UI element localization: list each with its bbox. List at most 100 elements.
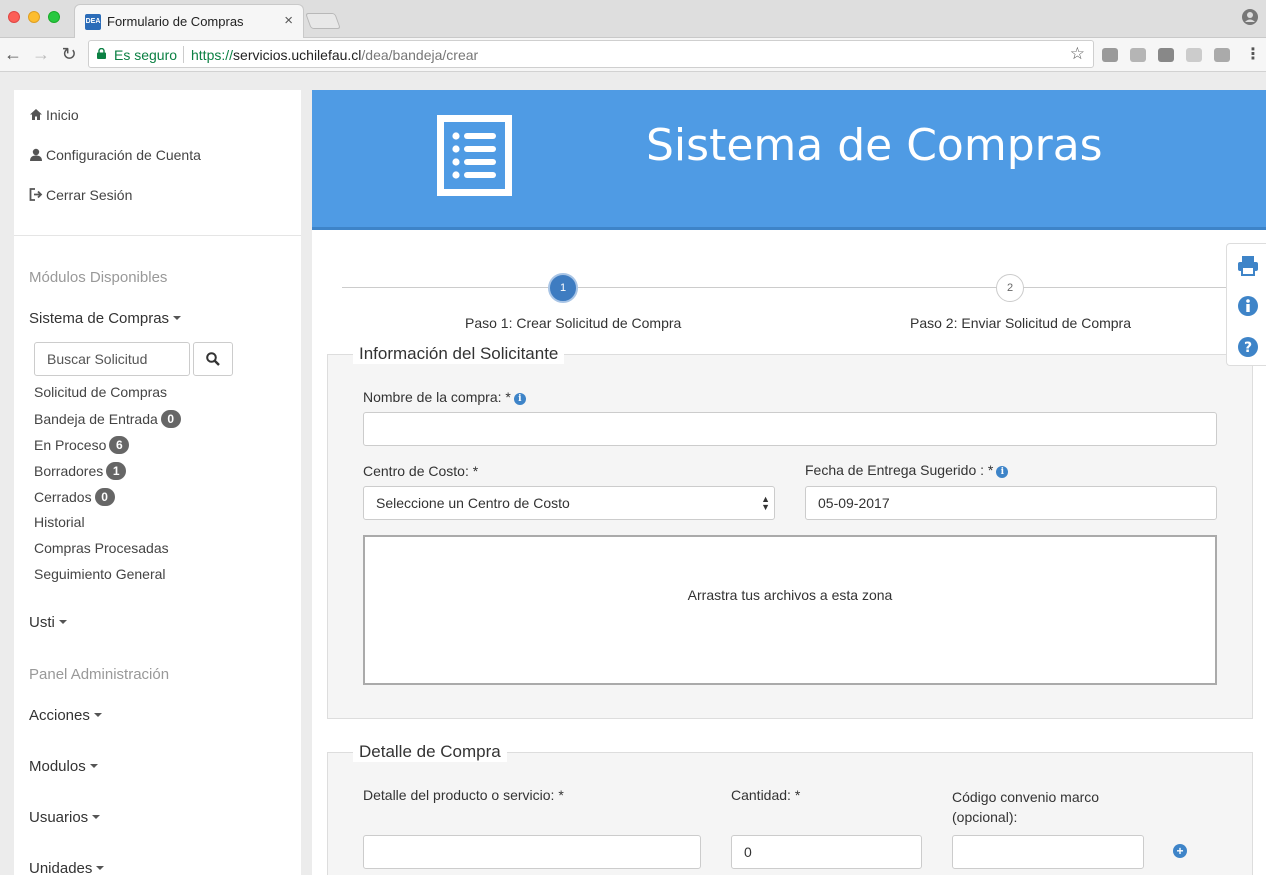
info-icon[interactable]: i xyxy=(996,466,1009,478)
cantidad-label: Cantidad: * xyxy=(731,787,801,803)
file-dropzone[interactable]: Arrastra tus archivos a esta zona xyxy=(363,535,1217,685)
browser-tab[interactable]: DEA Formulario de Compras × xyxy=(74,4,304,38)
home-icon xyxy=(30,109,42,120)
sidebar-item-label: Bandeja de Entrada xyxy=(34,411,158,427)
forward-arrow-icon[interactable]: → xyxy=(30,43,52,65)
url-scheme: https:// xyxy=(191,47,234,63)
menu-usti[interactable]: Usti xyxy=(29,614,67,631)
sidebar-item-bandeja[interactable]: Bandeja de Entrada 0 xyxy=(34,410,181,428)
nombre-compra-input[interactable] xyxy=(363,412,1217,446)
code-extension-icon[interactable] xyxy=(1186,48,1202,62)
menu-modulos[interactable]: Modulos xyxy=(29,758,98,775)
sidebar-link-label: Inicio xyxy=(46,107,79,123)
dropzone-text: Arrastra tus archivos a esta zona xyxy=(687,587,893,603)
address-bar[interactable]: Es seguro https://servicios.uchilefau.cl… xyxy=(88,40,1094,68)
producto-input[interactable] xyxy=(363,835,701,869)
sidebar-item-label: Historial xyxy=(34,514,85,530)
minimize-window-button[interactable] xyxy=(28,11,40,23)
modules-header: Módulos Disponibles xyxy=(29,269,168,286)
sidebar-item-en-proceso[interactable]: En Proceso 6 xyxy=(34,436,130,454)
menu-unidades[interactable]: Unidades xyxy=(29,860,105,875)
sidebar-item-label: Cerrados xyxy=(34,489,92,505)
url-text: https://servicios.uchilefau.cl/dea/bande… xyxy=(191,47,478,63)
sidebar-item-label: Solicitud de Compras xyxy=(34,384,168,400)
sidebar-item-label: Compras Procesadas xyxy=(34,540,169,556)
menu-usuarios[interactable]: Usuarios xyxy=(29,809,101,826)
sidebar-link-cerrar-sesion[interactable]: Cerrar Sesión xyxy=(29,187,132,203)
profile-icon[interactable] xyxy=(1242,9,1258,25)
nombre-label-text: Nombre de la compra: * xyxy=(363,389,511,405)
sidebar-link-inicio[interactable]: Inicio xyxy=(29,107,79,123)
step-1-label: Paso 1: Crear Solicitud de Compra xyxy=(465,315,682,331)
bookmark-star-icon[interactable]: ☆ xyxy=(1070,44,1085,64)
search-icon xyxy=(206,352,220,366)
centro-costo-select[interactable]: Seleccione un Centro de Costo ▲ ▼ xyxy=(363,486,775,520)
url-host: servicios.uchilefau.cl xyxy=(233,47,362,63)
sidebar-item-cerrados[interactable]: Cerrados 0 xyxy=(34,488,115,506)
step-2-label: Paso 2: Enviar Solicitud de Compra xyxy=(910,315,1131,331)
codigo-label-line-2: (opcional): xyxy=(952,809,1018,825)
maximize-window-button[interactable] xyxy=(48,11,60,23)
sidebar-item-seguimiento[interactable]: Seguimiento General xyxy=(34,566,166,582)
main-content: Sistema de Compras 1 2 Paso 1: Crear Sol… xyxy=(312,90,1266,875)
fecha-entrega-label: Fecha de Entrega Sugerido : * i xyxy=(805,462,1009,478)
new-tab-button[interactable] xyxy=(305,13,341,29)
sidebar-divider xyxy=(14,235,301,236)
back-arrow-icon[interactable]: ← xyxy=(2,43,24,65)
reload-icon[interactable]: ↻ xyxy=(58,43,80,65)
info-icon[interactable] xyxy=(1237,295,1259,317)
close-window-button[interactable] xyxy=(8,11,20,23)
url-path: /dea/bandeja/crear xyxy=(361,47,479,63)
caret-down-icon xyxy=(93,713,102,717)
drive-extension-icon[interactable] xyxy=(1130,48,1146,62)
page-banner: Sistema de Compras xyxy=(312,90,1266,230)
page-title: Sistema de Compras xyxy=(646,120,1103,171)
add-item-icon[interactable]: + xyxy=(1173,844,1187,858)
floating-toolbar: ? xyxy=(1226,243,1266,366)
pocket-extension-icon[interactable] xyxy=(1214,48,1230,62)
producto-label: Detalle del producto o servicio: * xyxy=(363,787,564,803)
menu-sistema-compras[interactable]: Sistema de Compras xyxy=(29,310,182,327)
codigo-label-line-1: Código convenio marco xyxy=(952,789,1100,805)
fecha-entrega-input[interactable]: 05-09-2017 xyxy=(805,486,1217,520)
sidebar-item-label: En Proceso xyxy=(34,437,107,453)
cantidad-input[interactable]: 0 xyxy=(731,835,922,869)
admin-header: Panel Administración xyxy=(29,666,170,683)
sidebar-item-compras-procesadas[interactable]: Compras Procesadas xyxy=(34,540,169,556)
sidebar-item-historial[interactable]: Historial xyxy=(34,514,85,530)
caret-down-icon xyxy=(173,316,182,320)
sidebar-item-label: Borradores xyxy=(34,463,104,479)
step-progress-line xyxy=(342,287,1227,288)
sidebar-link-label: Cerrar Sesión xyxy=(46,187,133,203)
browser-toolbar: ← → ↻ Es seguro https://servicios.uchile… xyxy=(0,38,1266,72)
sidebar-link-configuracion[interactable]: Configuración de Cuenta xyxy=(29,147,201,163)
user-icon xyxy=(30,148,42,161)
browser-tab-bar: DEA Formulario de Compras × xyxy=(0,0,1266,38)
count-badge: 0 xyxy=(94,488,115,506)
menu-label: Unidades xyxy=(29,860,93,875)
menu-label: Acciones xyxy=(29,707,90,724)
sidebar-item-solicitud[interactable]: Solicitud de Compras xyxy=(34,384,167,400)
codigo-convenio-input[interactable] xyxy=(952,835,1144,869)
menu-acciones[interactable]: Acciones xyxy=(29,707,102,724)
nombre-label: Nombre de la compra: * i xyxy=(363,389,526,405)
tab-close-icon[interactable]: × xyxy=(284,12,293,29)
help-icon[interactable]: ? xyxy=(1237,336,1259,358)
print-icon[interactable] xyxy=(1237,254,1259,276)
caret-down-icon xyxy=(92,815,101,819)
menu-label: Sistema de Compras xyxy=(29,310,170,327)
solicitante-legend: Información del Solicitante xyxy=(353,344,565,364)
search-button[interactable] xyxy=(193,342,233,376)
sidebar-item-borradores[interactable]: Borradores 1 xyxy=(34,462,127,480)
browser-menu-icon[interactable]: ⋮ xyxy=(1245,44,1261,64)
search-input[interactable] xyxy=(34,342,190,376)
caret-down-icon xyxy=(58,620,67,624)
note-extension-icon[interactable] xyxy=(1158,48,1174,62)
extension-icon[interactable] xyxy=(1102,48,1118,62)
fecha-label-text: Fecha de Entrega Sugerido : * xyxy=(805,462,994,478)
info-icon[interactable]: i xyxy=(513,393,526,405)
detalle-legend: Detalle de Compra xyxy=(353,742,507,762)
step-1-marker: 1 xyxy=(548,273,578,303)
address-separator xyxy=(183,46,184,63)
centro-costo-value: Seleccione un Centro de Costo xyxy=(376,495,570,511)
